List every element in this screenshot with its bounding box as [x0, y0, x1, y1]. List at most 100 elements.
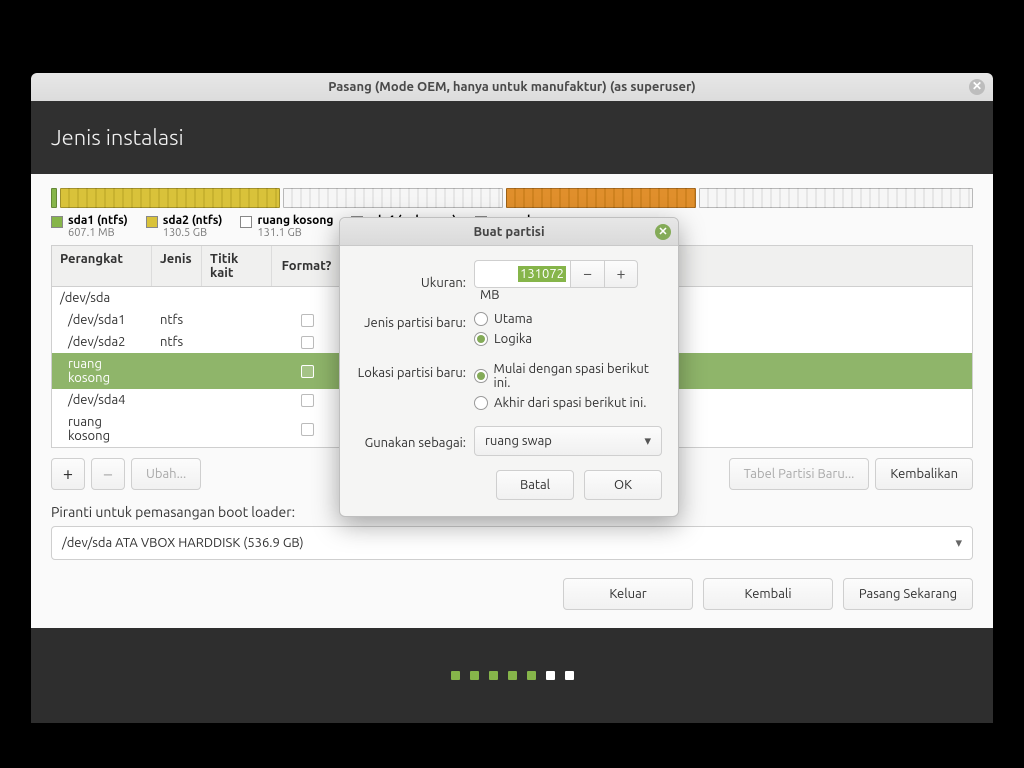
legend-swatch: [51, 216, 63, 228]
location-label: Lokasi partisi baru:: [356, 362, 474, 380]
size-increment-button[interactable]: +: [604, 260, 638, 288]
install-now-button[interactable]: Pasang Sekarang: [843, 578, 973, 610]
add-partition-button[interactable]: +: [51, 458, 85, 490]
dialog-close-icon[interactable]: ✕: [655, 224, 671, 240]
radio-primary-label: Utama: [494, 312, 533, 326]
cancel-button[interactable]: Batal: [496, 470, 574, 500]
step-dot: [470, 671, 479, 680]
quit-button[interactable]: Keluar: [563, 578, 693, 610]
window-title: Pasang (Mode OEM, hanya untuk manufaktur…: [328, 80, 696, 94]
legend-swatch: [240, 216, 252, 228]
legend-size: 607.1 MB: [68, 227, 128, 239]
cell-device: /dev/sda1: [52, 309, 152, 331]
row-partition-type: Jenis partisi baru: Utama Logika: [356, 312, 662, 352]
cell-type: [152, 353, 202, 389]
use-as-label: Gunakan sebagai:: [356, 432, 474, 450]
step-dot: [546, 671, 555, 680]
cell-type: ntfs: [152, 331, 202, 353]
legend-item: ruang kosong131.1 GB: [240, 214, 333, 239]
step-dot: [489, 671, 498, 680]
step-dot: [451, 671, 460, 680]
ok-button[interactable]: OK: [584, 470, 662, 500]
chevron-down-icon: ▾: [644, 434, 651, 449]
size-input[interactable]: 131072: [474, 260, 570, 288]
legend-size: 130.5 GB: [163, 227, 223, 239]
dialog-actions: Batal OK: [356, 470, 662, 500]
size-label: Ukuran:: [356, 272, 474, 290]
create-partition-dialog: Buat partisi ✕ Ukuran: 131072 − + MB Jen…: [339, 217, 679, 517]
cell-device: /dev/sda2: [52, 331, 152, 353]
row-use-as: Gunakan sebagai: ruang swap ▾: [356, 426, 662, 456]
cell-mount: [202, 411, 272, 447]
new-partition-table-button[interactable]: Tabel Partisi Baru...: [729, 458, 870, 490]
dialog-titlebar[interactable]: Buat partisi ✕: [340, 218, 678, 246]
col-format[interactable]: Format?: [272, 246, 342, 286]
size-spinner: 131072 − +: [474, 260, 638, 288]
radio-location-begin-label: Mulai dengan spasi berikut ini.: [494, 362, 662, 390]
cell-mount: [202, 331, 272, 353]
radio-location-end-label: Akhir dari spasi berikut ini.: [494, 396, 646, 410]
format-checkbox[interactable]: [301, 365, 314, 378]
legend-item: sda1 (ntfs)607.1 MB: [51, 214, 128, 239]
cell-format: [272, 411, 342, 447]
legend-label: sda1 (ntfs): [68, 214, 128, 227]
row-size: Ukuran: 131072 − + MB: [356, 260, 662, 302]
legend-label: sda2 (ntfs): [163, 214, 223, 227]
cell-type: [152, 411, 202, 447]
legend-size: 131.1 GB: [257, 227, 333, 239]
step-dot: [565, 671, 574, 680]
size-decrement-button[interactable]: −: [570, 260, 604, 288]
cell-device: ruang kosong: [52, 353, 152, 389]
format-checkbox[interactable]: [301, 314, 314, 327]
cell-mount: [202, 353, 272, 389]
radio-location-end[interactable]: Akhir dari spasi berikut ini.: [474, 396, 662, 410]
legend-item: sda2 (ntfs)130.5 GB: [146, 214, 223, 239]
row-location: Lokasi partisi baru: Mulai dengan spasi …: [356, 362, 662, 416]
partition-type-label: Jenis partisi baru:: [356, 312, 474, 330]
col-mount[interactable]: Titik kait: [202, 246, 272, 286]
cell-type: ntfs: [152, 309, 202, 331]
bootloader-device-value: /dev/sda ATA VBOX HARDDISK (536.9 GB): [62, 536, 304, 550]
cell-format: [272, 389, 342, 411]
format-checkbox[interactable]: [301, 336, 314, 349]
page-title: Jenis instalasi: [51, 125, 184, 150]
radio-logical-label: Logika: [494, 332, 532, 346]
step-dot: [527, 671, 536, 680]
cell-mount: [202, 309, 272, 331]
change-partition-button[interactable]: Ubah...: [131, 458, 201, 490]
back-button[interactable]: Kembali: [703, 578, 833, 610]
dialog-title: Buat partisi: [473, 225, 544, 239]
format-checkbox[interactable]: [301, 394, 314, 407]
close-icon[interactable]: ✕: [969, 79, 985, 95]
remove-partition-button[interactable]: −: [91, 458, 125, 490]
radio-logical[interactable]: Logika: [474, 332, 662, 346]
dialog-body: Ukuran: 131072 − + MB Jenis partisi baru…: [340, 246, 678, 516]
col-type[interactable]: Jenis: [152, 246, 202, 286]
cell-device: ruang kosong: [52, 411, 152, 447]
chevron-down-icon: ▾: [955, 536, 962, 551]
revert-button[interactable]: Kembalikan: [875, 458, 973, 490]
size-unit: MB: [480, 288, 500, 302]
col-device[interactable]: Perangkat: [52, 246, 152, 286]
format-checkbox[interactable]: [301, 423, 314, 436]
cell-format: [272, 309, 342, 331]
step-dot: [508, 671, 517, 680]
use-as-value: ruang swap: [485, 434, 552, 448]
cell-mount: [202, 389, 272, 411]
use-as-combo[interactable]: ruang swap ▾: [474, 426, 662, 456]
radio-location-begin[interactable]: Mulai dengan spasi berikut ini.: [474, 362, 662, 390]
disk-usage-bar: [51, 188, 973, 208]
wizard-buttons: Keluar Kembali Pasang Sekarang: [51, 578, 973, 610]
cell-type: [152, 389, 202, 411]
cell-format: [272, 331, 342, 353]
cell-format: [272, 287, 342, 309]
cell-mount: [202, 287, 272, 309]
page-header: Jenis instalasi: [31, 101, 993, 174]
progress-dots: [31, 628, 993, 723]
bootloader-device-combo[interactable]: /dev/sda ATA VBOX HARDDISK (536.9 GB) ▾: [51, 526, 973, 560]
radio-primary[interactable]: Utama: [474, 312, 662, 326]
cell-device: /dev/sda: [52, 287, 152, 309]
cell-type: [152, 287, 202, 309]
window-titlebar[interactable]: Pasang (Mode OEM, hanya untuk manufaktur…: [31, 73, 993, 101]
legend-label: ruang kosong: [257, 214, 333, 227]
